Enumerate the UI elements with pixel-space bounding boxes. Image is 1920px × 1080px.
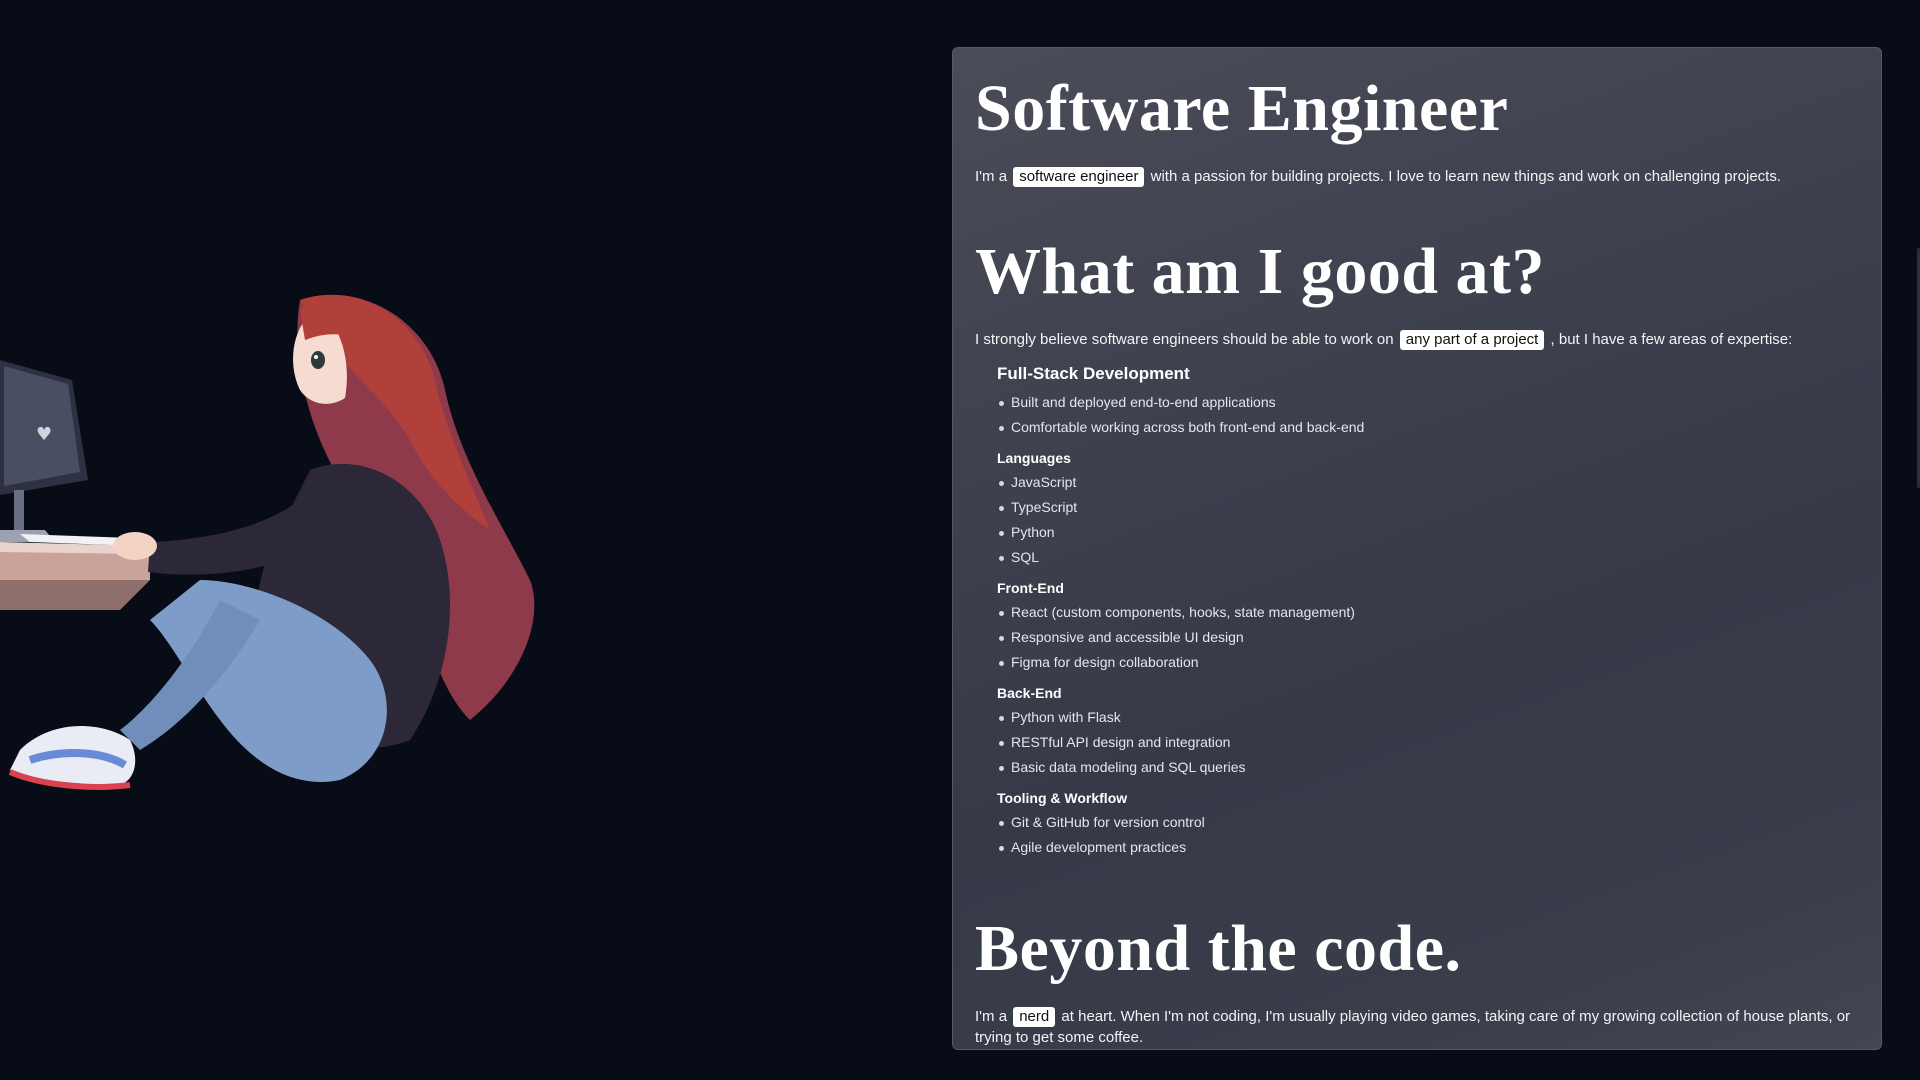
list-item: TypeScript bbox=[997, 495, 1859, 520]
page-title: Software Engineer bbox=[975, 72, 1509, 145]
skills-intro-before: I strongly believe software engineers sh… bbox=[975, 331, 1394, 348]
list-item: JavaScript bbox=[997, 470, 1859, 495]
list-item: SQL bbox=[997, 545, 1859, 570]
tooling-list: Git & GitHub for version control Agile d… bbox=[997, 810, 1859, 860]
group-title-languages: Languages bbox=[997, 450, 1071, 466]
sneaker bbox=[8, 726, 136, 790]
skills-intro-after: , but I have a few areas of expertise: bbox=[1550, 331, 1793, 348]
page: ♥ Software Engineer I'm a software engin… bbox=[0, 0, 1920, 1080]
list-item: RESTful API design and integration bbox=[997, 730, 1859, 755]
list-item: Responsive and accessible UI design bbox=[997, 625, 1859, 650]
list-item: Agile development practices bbox=[997, 835, 1859, 860]
highlight-software-engineer: software engineer bbox=[1013, 167, 1145, 187]
skills-title: What am I good at? bbox=[975, 235, 1546, 308]
list-item: Basic data modeling and SQL queries bbox=[997, 755, 1859, 780]
group-title-frontend: Front-End bbox=[997, 580, 1064, 596]
monitor: ♥ bbox=[0, 360, 88, 542]
skills-list: Full-Stack Development Built and deploye… bbox=[997, 364, 1859, 860]
skills-intro: I strongly believe software engineers sh… bbox=[975, 329, 1859, 350]
languages-list: JavaScript TypeScript Python SQL bbox=[997, 470, 1859, 570]
beyond-paragraph: I'm a nerd at heart. When I'm not coding… bbox=[975, 1006, 1859, 1048]
frontend-list: React (custom components, hooks, state m… bbox=[997, 600, 1859, 675]
list-item: Figma for design collaboration bbox=[997, 650, 1859, 675]
beyond-title: Beyond the code. bbox=[975, 912, 1462, 985]
list-item: React (custom components, hooks, state m… bbox=[997, 600, 1859, 625]
intro-text-after: with a passion for building projects. I … bbox=[1150, 168, 1781, 185]
skills-section: What am I good at? I strongly believe so… bbox=[975, 239, 1859, 860]
intro-paragraph: I'm a software engineer with a passion f… bbox=[975, 166, 1859, 187]
beyond-text-after: at heart. When I'm not coding, I'm usual… bbox=[975, 1008, 1851, 1046]
intro-text-before: I'm a bbox=[975, 168, 1008, 185]
developer-illustration: ♥ bbox=[0, 280, 560, 820]
list-item: Comfortable working across both front-en… bbox=[997, 415, 1859, 440]
list-item: Python with Flask bbox=[997, 705, 1859, 730]
group-title-fullstack: Full-Stack Development bbox=[997, 364, 1190, 383]
backend-list: Python with Flask RESTful API design and… bbox=[997, 705, 1859, 780]
hand bbox=[113, 532, 157, 560]
list-item: Python bbox=[997, 520, 1859, 545]
beyond-text-before: I'm a bbox=[975, 1008, 1008, 1025]
highlight-any-part: any part of a project bbox=[1399, 330, 1545, 350]
beyond-section: Beyond the code. I'm a nerd at heart. Wh… bbox=[975, 916, 1859, 1048]
highlight-nerd: nerd bbox=[1013, 1007, 1056, 1027]
intro-section: Software Engineer I'm a software enginee… bbox=[975, 76, 1859, 187]
group-title-tooling: Tooling & Workflow bbox=[997, 790, 1128, 806]
about-card: Software Engineer I'm a software enginee… bbox=[952, 47, 1882, 1050]
fullstack-list: Built and deployed end-to-end applicatio… bbox=[997, 390, 1859, 440]
list-item: Git & GitHub for version control bbox=[997, 810, 1859, 835]
list-item: Built and deployed end-to-end applicatio… bbox=[997, 390, 1859, 415]
group-title-backend: Back-End bbox=[997, 685, 1062, 701]
svg-text:♥: ♥ bbox=[36, 424, 52, 445]
